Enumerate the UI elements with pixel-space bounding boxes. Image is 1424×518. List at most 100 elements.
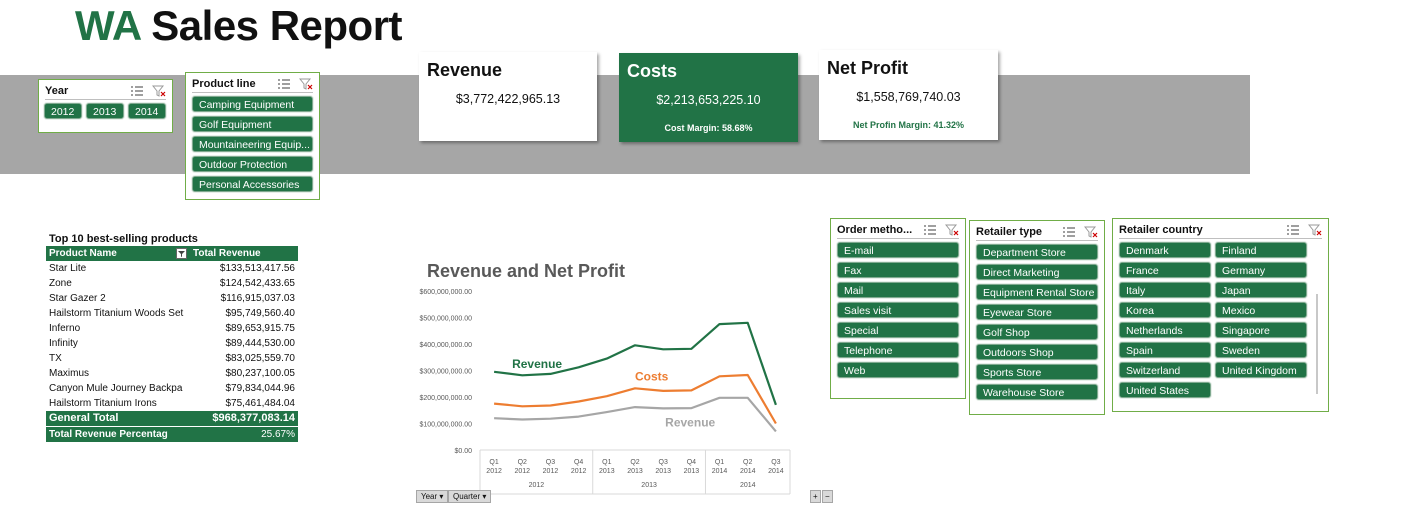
quarter-field-button[interactable]: Quarter ▾ xyxy=(448,490,492,503)
slicer-item-direct-marketing[interactable]: Direct Marketing xyxy=(976,264,1098,280)
year-field-button[interactable]: Year ▾ xyxy=(416,490,449,503)
slicer-item-mexico[interactable]: Mexico xyxy=(1215,302,1307,318)
product-line-slicer-title: Product line xyxy=(192,78,256,90)
x-tick-year-label: 2012 xyxy=(543,468,559,475)
slicer-item-italy[interactable]: Italy xyxy=(1119,282,1211,298)
slicer-item-sales-visit[interactable]: Sales visit xyxy=(837,302,959,318)
slicer-item-equipment-rental-store[interactable]: Equipment Rental Store xyxy=(976,284,1098,300)
x-tick-quarter-label: Q3 xyxy=(771,459,780,466)
collapse-button[interactable]: − xyxy=(822,490,833,503)
slicer-item-eyewear-store[interactable]: Eyewear Store xyxy=(976,304,1098,320)
revenue-net-profit-chart[interactable]: Revenue and Net Profit $0.00 $100,000,000.… xyxy=(405,255,805,505)
title-rest: Sales Report xyxy=(151,2,403,49)
product-name-header-label: Product Name xyxy=(49,248,117,259)
table-row: Star Lite $133,513,417.56 xyxy=(46,261,298,276)
slicer-item-e-mail[interactable]: E-mail xyxy=(837,242,959,258)
slicer-item-singapore[interactable]: Singapore xyxy=(1215,322,1307,338)
slicer-item-fax[interactable]: Fax xyxy=(837,262,959,278)
slicer-item-mail[interactable]: Mail xyxy=(837,282,959,298)
slicer-item-telephone[interactable]: Telephone xyxy=(837,342,959,358)
slicer-item-sweden[interactable]: Sweden xyxy=(1215,342,1307,358)
slicer-item-web[interactable]: Web xyxy=(837,362,959,378)
filter-dropdown-icon[interactable] xyxy=(176,248,187,259)
slicer-item-korea[interactable]: Korea xyxy=(1119,302,1211,318)
year-slicer-title: Year xyxy=(45,85,69,97)
slicer-item-united-kingdom[interactable]: United Kingdom xyxy=(1215,362,1307,378)
product-line-slicer-header: Product line xyxy=(186,73,319,92)
product-name-cell: Inferno xyxy=(49,323,81,334)
x-tick-year-label: 2012 xyxy=(486,468,502,475)
table-row: Canyon Mule Journey Backpa $79,834,044.96 xyxy=(46,381,298,396)
revenue-cell: $133,513,417.56 xyxy=(219,263,295,274)
revenue-cell: $95,749,560.40 xyxy=(225,308,295,319)
table-row: TX $83,025,559.70 xyxy=(46,351,298,366)
revenue-cell: $89,653,915.75 xyxy=(225,323,295,334)
series-label-1: Costs xyxy=(635,369,669,383)
slicer-item-department-store[interactable]: Department Store xyxy=(976,244,1098,260)
slicer-item-golf-equipment[interactable]: Golf Equipment xyxy=(192,116,313,132)
x-tick-year-label: 2014 xyxy=(768,468,784,475)
slicer-item-2014[interactable]: 2014 xyxy=(128,103,166,119)
slicer-item-mountaineering-equipment[interactable]: Mountaineering Equip... xyxy=(192,136,313,152)
multi-select-icon[interactable] xyxy=(923,224,937,236)
slicer-item-2013[interactable]: 2013 xyxy=(86,103,124,119)
slicer-item-netherlands[interactable]: Netherlands xyxy=(1119,322,1211,338)
x-tick-quarter-label: Q2 xyxy=(630,459,639,466)
slicer-item-golf-shop[interactable]: Golf Shop xyxy=(976,324,1098,340)
product-name-cell: Zone xyxy=(49,278,72,289)
product-name-cell: Hailstorm Titanium Woods Set xyxy=(49,308,184,319)
slicer-item-outdoors-shop[interactable]: Outdoors Shop xyxy=(976,344,1098,360)
multi-select-icon[interactable] xyxy=(1062,226,1076,238)
slicer-scrollbar[interactable] xyxy=(1316,294,1318,394)
year-field-label: Year xyxy=(421,492,438,501)
slicer-item-finland[interactable]: Finland xyxy=(1215,242,1307,258)
clear-filter-icon[interactable] xyxy=(152,85,166,97)
top10-title: Top 10 best-selling products xyxy=(49,233,198,245)
multi-select-icon[interactable] xyxy=(130,85,144,97)
x-tick-year-label: 2013 xyxy=(655,468,671,475)
y-tick-label: $400,000,000.00 xyxy=(419,342,472,349)
x-tick-year-label: 2013 xyxy=(627,468,643,475)
clear-filter-icon[interactable] xyxy=(299,78,313,90)
slicer-item-sports-store[interactable]: Sports Store xyxy=(976,364,1098,380)
retailer-country-slicer-title: Retailer country xyxy=(1119,224,1203,236)
slicer-item-spain[interactable]: Spain xyxy=(1119,342,1211,358)
slicer-item-france[interactable]: France xyxy=(1119,262,1211,278)
costs-card-value: $2,213,653,225.10 xyxy=(656,93,761,107)
y-tick-label: $600,000,000.00 xyxy=(419,289,472,296)
slicer-item-2012[interactable]: 2012 xyxy=(44,103,82,119)
x-group-year-label: 2013 xyxy=(641,482,657,489)
slicer-item-switzerland[interactable]: Switzerland xyxy=(1119,362,1211,378)
clear-filter-icon[interactable] xyxy=(1084,226,1098,238)
x-tick-year-label: 2014 xyxy=(712,468,728,475)
title-prefix: WA xyxy=(75,2,141,49)
multi-select-icon[interactable] xyxy=(1286,224,1300,236)
multi-select-icon[interactable] xyxy=(277,78,291,90)
slicer-item-warehouse-store[interactable]: Warehouse Store xyxy=(976,384,1098,400)
clear-filter-icon[interactable] xyxy=(945,224,959,236)
clear-filter-icon[interactable] xyxy=(1308,224,1322,236)
percentage-value: 25.67% xyxy=(261,429,295,440)
product-name-cell: Star Lite xyxy=(49,263,87,274)
expand-button[interactable]: + xyxy=(810,490,821,503)
y-tick-label: $300,000,000.00 xyxy=(419,369,472,376)
order-method-slicer: Order metho... E-mail Fax Mail Sales vis… xyxy=(830,218,966,399)
slicer-item-denmark[interactable]: Denmark xyxy=(1119,242,1211,258)
y-tick-label: $500,000,000.00 xyxy=(419,316,472,323)
revenue-card: Revenue $3,772,422,965.13 xyxy=(419,52,597,141)
slicer-item-japan[interactable]: Japan xyxy=(1215,282,1307,298)
slicer-item-united-states[interactable]: United States xyxy=(1119,382,1211,398)
slicer-item-camping-equipment[interactable]: Camping Equipment xyxy=(192,96,313,112)
slicer-item-germany[interactable]: Germany xyxy=(1215,262,1307,278)
product-name-cell: TX xyxy=(49,353,62,364)
net-profit-card-value: $1,558,769,740.03 xyxy=(856,90,961,104)
order-method-slicer-header: Order metho... xyxy=(831,219,965,238)
x-tick-quarter-label: Q4 xyxy=(574,459,583,466)
x-tick-quarter-label: Q3 xyxy=(659,459,668,466)
order-method-slicer-title: Order metho... xyxy=(837,224,913,236)
slicer-item-personal-accessories[interactable]: Personal Accessories xyxy=(192,176,313,192)
slicer-item-outdoor-protection[interactable]: Outdoor Protection xyxy=(192,156,313,172)
general-total-value: $968,377,083.14 xyxy=(212,412,295,424)
x-tick-quarter-label: Q2 xyxy=(518,459,527,466)
slicer-item-special[interactable]: Special xyxy=(837,322,959,338)
